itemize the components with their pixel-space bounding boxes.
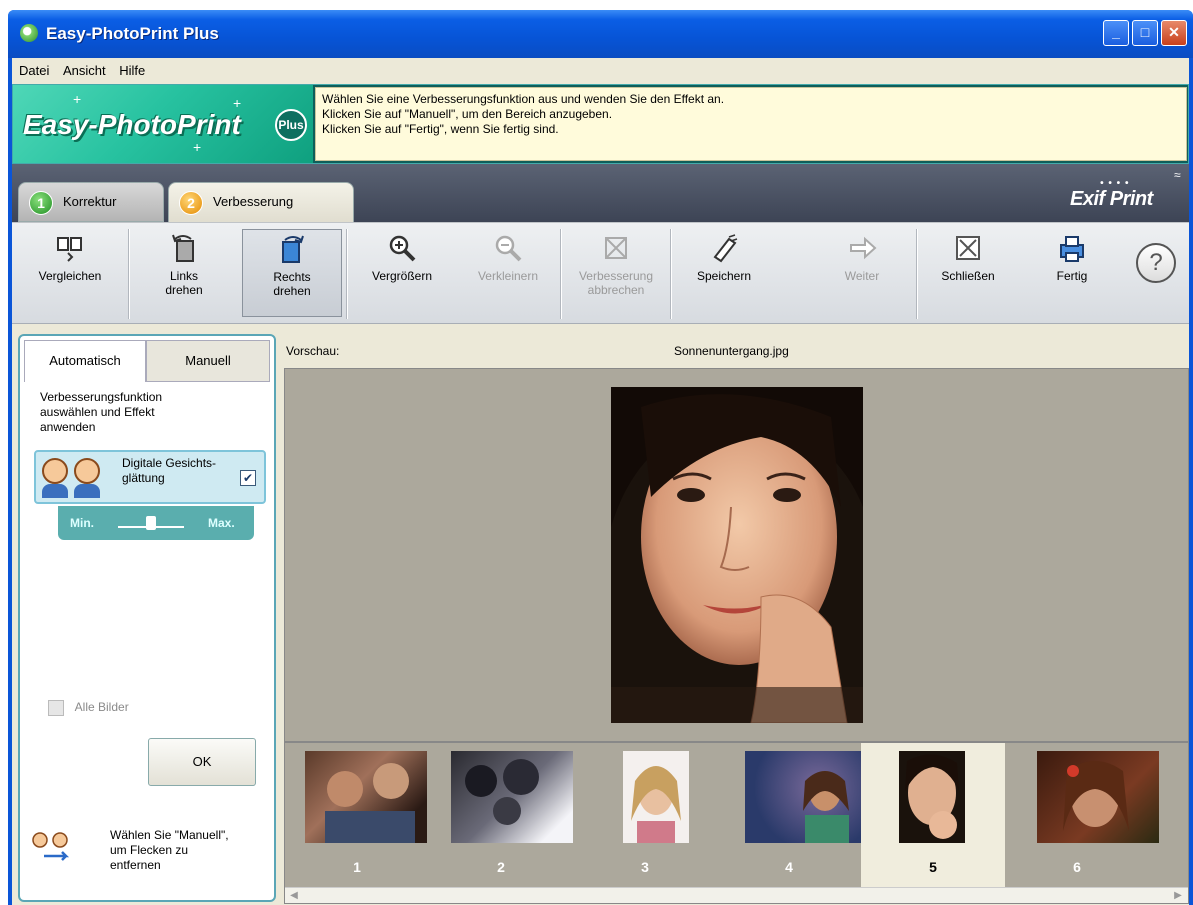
instruction-line: Klicken Sie auf "Manuell", um den Bereic… — [322, 107, 613, 121]
face-smoothing-label: Digitale Gesichts- glättung — [122, 456, 217, 485]
close-window-button[interactable]: ✕ — [1161, 20, 1187, 46]
menu-hilfe[interactable]: Hilfe — [114, 58, 150, 83]
face-smoothing-option[interactable]: Digitale Gesichts- glättung ✔ — [34, 450, 266, 504]
title-bar[interactable]: Easy-PhotoPrint Plus _ □ ✕ — [8, 10, 1193, 58]
menu-bar: Datei Ansicht Hilfe — [12, 58, 1189, 84]
preview-header: Vorschau: Sonnenuntergang.jpg — [284, 334, 1189, 368]
preview-photo[interactable] — [611, 387, 863, 723]
slider-max-label: Max. — [208, 516, 235, 530]
thumbnail-1[interactable]: 1 — [285, 743, 429, 887]
thumbnail-5[interactable]: 5 — [861, 743, 1005, 887]
app-window: Easy-PhotoPrint Plus _ □ ✕ Datei Ansicht… — [8, 10, 1193, 905]
step-number: 2 — [179, 191, 203, 215]
menu-datei[interactable]: Datei — [14, 58, 54, 83]
rotate-right-button[interactable]: Rechts drehen — [242, 229, 342, 317]
thumbnail-6[interactable]: 6 — [1005, 743, 1159, 887]
help-icon: ? — [1136, 243, 1176, 283]
tab-manuell[interactable]: Manuell — [146, 340, 270, 382]
preview-label: Vorschau: — [286, 344, 340, 358]
instruction-line: Klicken Sie auf "Fertig", wenn Sie ferti… — [322, 122, 559, 136]
horizontal-scrollbar[interactable]: ◀ ▶ — [285, 887, 1188, 903]
tab-automatisch[interactable]: Automatisch — [24, 340, 146, 382]
sparkle-icon: + — [73, 91, 82, 107]
thumbnail-2[interactable]: 2 — [429, 743, 573, 887]
thumbnail-3[interactable]: 3 — [573, 743, 717, 887]
window-title: Easy-PhotoPrint Plus — [46, 24, 219, 43]
sparkle-icon: + — [193, 139, 202, 155]
instruction-line: Wählen Sie eine Verbesserungsfunktion au… — [322, 92, 725, 106]
enhancement-panel: Automatisch Manuell Verbesserungsfunktio… — [18, 334, 276, 902]
panel-description: Verbesserungsfunktion auswählen und Effe… — [40, 390, 163, 434]
close-button[interactable]: Schließen — [920, 229, 1016, 317]
cancel-enhancement-icon — [605, 237, 627, 259]
step-number: 1 — [29, 191, 53, 215]
scroll-right-icon[interactable]: ▶ — [1171, 889, 1185, 903]
thumbnail-strip: 1 2 3 4 5 6 ◀ ▶ — [284, 742, 1189, 904]
next-button[interactable]: Weiter — [812, 229, 912, 317]
compare-button[interactable]: Vergleichen — [14, 229, 126, 317]
maximize-button[interactable]: □ — [1132, 20, 1158, 46]
thumbnail-image — [745, 751, 867, 843]
faces-icon — [40, 456, 106, 498]
logo-text: Easy-PhotoPrint — [23, 109, 241, 140]
exif-print-logo: • • • • Exif Print — [1070, 178, 1153, 210]
thumbnail-image — [451, 751, 573, 843]
checkbox-box[interactable] — [48, 700, 64, 716]
cancel-enhancement-button[interactable]: Verbesserung abbrechen — [564, 229, 668, 317]
arrow-right-icon — [850, 236, 877, 260]
tab-label: Verbesserung — [213, 194, 294, 209]
toolbar: Vergleichen Links drehen Rechts drehen V… — [12, 222, 1189, 324]
thumbnail-image — [305, 751, 427, 843]
app-logo: + + + Easy-PhotoPrint Plus — [13, 85, 313, 163]
banner: + + + Easy-PhotoPrint Plus Wählen Sie ei… — [12, 84, 1189, 164]
instructions-box: Wählen Sie eine Verbesserungsfunktion au… — [315, 87, 1187, 161]
ok-button[interactable]: OK — [148, 738, 256, 786]
help-button[interactable]: ? — [1128, 229, 1184, 317]
slider-thumb[interactable] — [146, 516, 156, 530]
printer-icon — [1060, 236, 1084, 262]
close-icon — [956, 236, 980, 260]
tab-label: Korrektur — [63, 194, 117, 209]
client-area: Datei Ansicht Hilfe + + + Easy-PhotoPrin… — [12, 58, 1189, 905]
tab-korrektur[interactable]: 1 Korrektur — [18, 182, 164, 222]
app-icon — [20, 24, 38, 42]
zoom-in-button[interactable]: Vergrößern — [352, 229, 452, 317]
intensity-slider[interactable]: Min. Max. — [58, 506, 254, 540]
rotate-left-icon — [172, 234, 194, 262]
manual-hint: Wählen Sie "Manuell", um Flecken zu entf… — [30, 822, 270, 892]
scroll-left-icon[interactable]: ◀ — [287, 889, 301, 903]
step-tabstrip: 1 Korrektur 2 Verbesserung • • • • Exif … — [12, 164, 1189, 224]
mode-tabs: Automatisch Manuell — [24, 340, 270, 382]
all-images-checkbox[interactable]: Alle Bilder — [48, 700, 129, 716]
collapse-icon[interactable]: ≈ — [1174, 168, 1181, 182]
preview-area[interactable] — [284, 368, 1189, 742]
face-smoothing-checkbox[interactable]: ✔ — [240, 470, 256, 486]
zoom-in-icon — [389, 235, 416, 262]
rotate-left-button[interactable]: Links drehen — [132, 229, 236, 317]
slider-min-label: Min. — [70, 516, 94, 530]
thumbnail-image — [1037, 751, 1159, 843]
thumbnail-image — [623, 751, 689, 843]
tab-verbesserung[interactable]: 2 Verbesserung — [168, 182, 354, 224]
rotate-right-icon — [282, 235, 304, 263]
thumbnail-4[interactable]: 4 — [717, 743, 867, 887]
preview-filename: Sonnenuntergang.jpg — [674, 344, 789, 358]
logo-plus-badge: Plus — [275, 109, 307, 141]
minimize-button[interactable]: _ — [1103, 20, 1129, 46]
save-button[interactable]: Speichern — [674, 229, 774, 317]
thumbnail-image — [899, 751, 965, 843]
zoom-out-icon — [495, 235, 522, 262]
menu-ansicht[interactable]: Ansicht — [58, 58, 111, 83]
done-button[interactable]: Fertig — [1022, 229, 1122, 317]
manual-hint-icon — [32, 832, 70, 861]
compare-icon — [57, 237, 82, 262]
save-icon — [713, 234, 738, 263]
zoom-out-button[interactable]: Verkleinern — [458, 229, 558, 317]
